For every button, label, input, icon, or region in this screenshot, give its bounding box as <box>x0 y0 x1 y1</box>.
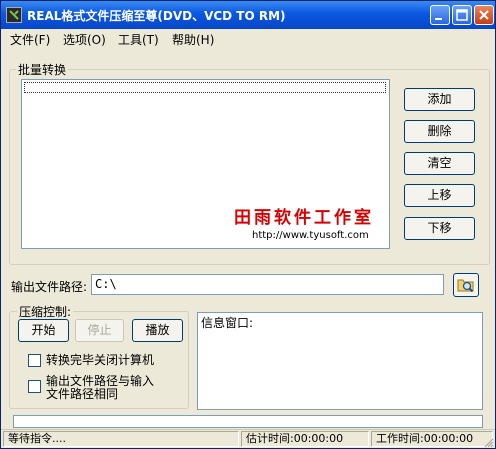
same-path-checkbox[interactable] <box>28 380 41 393</box>
start-button[interactable]: 开始 <box>18 319 69 342</box>
resize-grip-icon[interactable] <box>482 436 494 448</box>
browse-folder-button[interactable] <box>453 273 479 297</box>
batch-convert-label: 批量转换 <box>16 61 69 78</box>
same-path-checkbox-label[interactable]: 输出文件路径与输入文件路径相同 <box>46 375 164 401</box>
close-button[interactable] <box>474 5 494 25</box>
menu-file[interactable]: 文件(F) <box>10 31 50 48</box>
output-path-field[interactable]: C:\ <box>91 274 444 295</box>
watermark-title: 田雨软件工作室 <box>234 208 374 228</box>
move-down-button[interactable]: 下移 <box>404 217 475 240</box>
menu-help[interactable]: 帮助(H) <box>172 31 214 48</box>
progress-bar <box>13 415 483 428</box>
file-list[interactable]: 田雨软件工作室 http://www.tyusoft.com <box>21 79 390 249</box>
folder-search-icon <box>457 279 474 293</box>
output-path-label: 输出文件路径: <box>11 280 88 294</box>
info-window-label: 信息窗口: <box>201 316 254 330</box>
menu-bar: 文件(F) 选项(O) 工具(T) 帮助(H) <box>1 29 495 48</box>
maximize-button[interactable] <box>452 5 472 25</box>
move-up-button[interactable]: 上移 <box>404 184 475 207</box>
stop-button[interactable]: 停止 <box>75 319 124 342</box>
status-bar: 等待指令.... 估计时间:00:00:00 工作时间:00:00:00 <box>1 429 495 448</box>
menu-options[interactable]: 选项(O) <box>63 31 106 48</box>
minimize-icon <box>435 18 442 20</box>
status-elapsed-time: 工作时间:00:00:00 <box>371 431 493 447</box>
compress-control-label: 压缩控制: <box>17 303 74 320</box>
status-estimated-time: 估计时间:00:00:00 <box>241 431 369 447</box>
close-icon <box>479 10 489 20</box>
add-button[interactable]: 添加 <box>404 88 475 111</box>
delete-button[interactable]: 删除 <box>404 120 475 143</box>
shutdown-checkbox-label[interactable]: 转换完毕关闭计算机 <box>46 353 154 367</box>
play-button[interactable]: 播放 <box>132 319 183 342</box>
shutdown-checkbox[interactable] <box>28 354 41 367</box>
main-window: REAL格式文件压缩至尊(DVD、VCD TO RM) 文件(F) 选项(O) … <box>0 0 496 449</box>
info-window[interactable]: 信息窗口: <box>197 312 483 410</box>
maximize-icon <box>456 9 468 21</box>
watermark-logo: 田雨软件工作室 http://www.tyusoft.com <box>214 203 387 247</box>
list-focus-row[interactable] <box>24 82 386 93</box>
watermark-url: http://www.tyusoft.com <box>252 230 369 241</box>
clear-button[interactable]: 清空 <box>404 152 475 175</box>
status-message: 等待指令.... <box>3 431 239 447</box>
menu-tools[interactable]: 工具(T) <box>118 31 159 48</box>
minimize-button[interactable] <box>430 5 450 25</box>
app-icon[interactable] <box>6 7 22 23</box>
window-title: REAL格式文件压缩至尊(DVD、VCD TO RM) <box>27 9 286 23</box>
title-bar[interactable]: REAL格式文件压缩至尊(DVD、VCD TO RM) <box>1 1 495 29</box>
